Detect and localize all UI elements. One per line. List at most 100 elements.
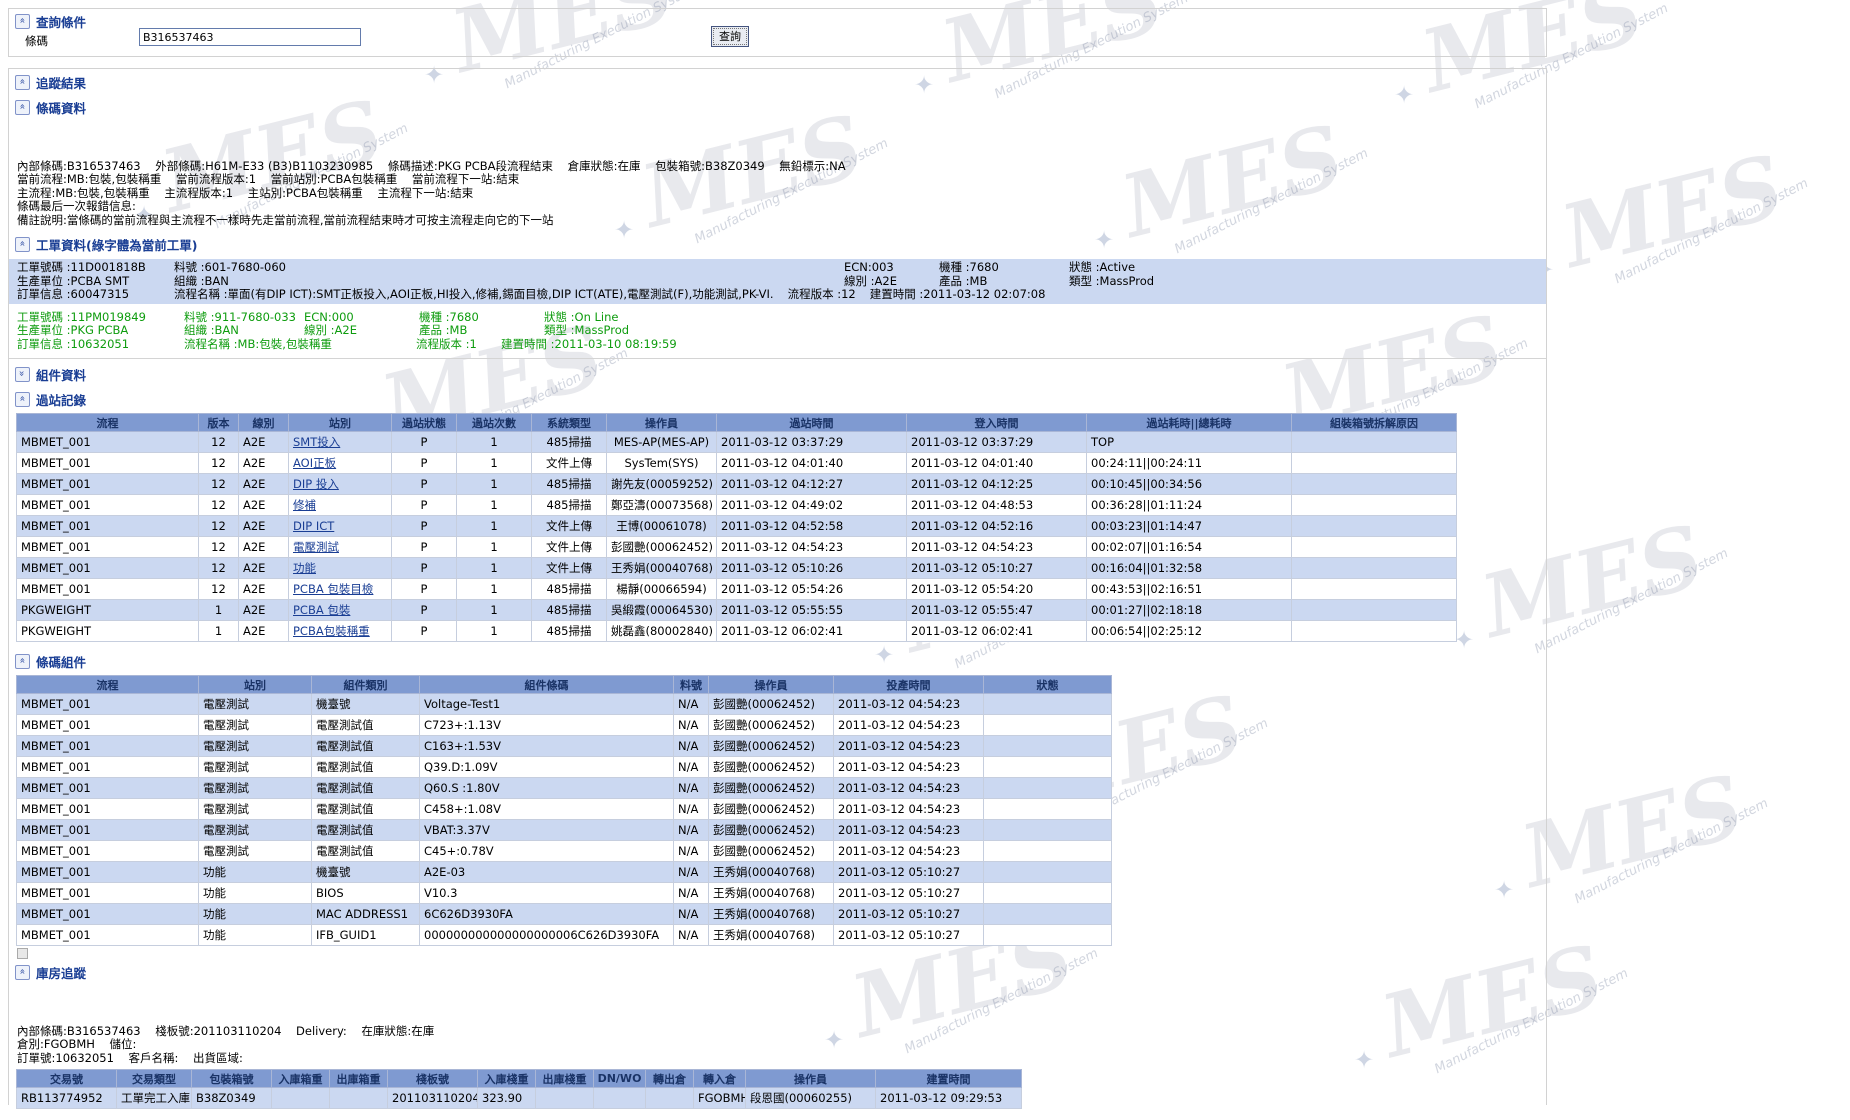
station-link[interactable]: 電壓測試 <box>293 540 339 554</box>
column-header: DN/WO <box>594 1070 646 1088</box>
cell-elapsed: 00:03:23||01:14:47 <box>1087 516 1292 537</box>
barcode-component-table: 流程站別組件類別組件條碼料號操作員投產時間狀態 MBMET_001 電壓測試 機… <box>16 675 1112 946</box>
table-row: MBMET_001 電壓測試 電壓測試值 VBAT:3.37V N/A 彭國艷(… <box>17 820 1112 841</box>
cell-unpack-reason <box>1292 474 1457 495</box>
search-button[interactable]: 查詢 <box>711 26 749 47</box>
expand-icon[interactable]: « <box>15 367 30 382</box>
cell-operator: 王秀娟(00040768) <box>709 862 834 883</box>
watermark-subtext: Manufacturing Execution System <box>1572 796 1770 907</box>
table-row: PKGWEIGHT 1 A2E PCBA包裝稱重 P 1 485掃描 姚磊鑫(8… <box>17 621 1457 642</box>
cell-status <box>984 925 1112 946</box>
cell-elapsed: 00:16:04||01:32:58 <box>1087 558 1292 579</box>
section-title-component-data: 組件資料 <box>36 365 86 384</box>
cell-version: 12 <box>199 579 239 600</box>
collapse-icon[interactable]: « <box>15 654 30 669</box>
station-link[interactable]: 修補 <box>293 498 316 512</box>
cell-in-pallet-weight: 323.90 <box>478 1088 536 1109</box>
wo-field: 產品 :MB <box>419 324 544 338</box>
cell-status <box>984 883 1112 904</box>
cell-version: 12 <box>199 432 239 453</box>
cell-process: MBMET_001 <box>17 925 199 946</box>
cell-to-warehouse: FGOBMH <box>694 1088 746 1109</box>
collapse-icon[interactable]: « <box>15 965 30 980</box>
cell-status <box>984 715 1112 736</box>
watermark-text: MES <box>1514 745 1826 901</box>
column-header: 建置時間 <box>876 1070 1022 1088</box>
cell-part-no: N/A <box>674 862 709 883</box>
station-link[interactable]: 功能 <box>293 561 316 575</box>
wo-field: 類型 :MassProd <box>1069 275 1154 289</box>
column-header: 操作員 <box>746 1070 876 1088</box>
collapse-icon[interactable]: « <box>15 100 30 115</box>
cell-component-barcode: VBAT:3.37V <box>420 820 674 841</box>
cell-start-time: 2011-03-12 04:54:23 <box>834 778 984 799</box>
cell-elapsed: 00:06:54||02:25:12 <box>1087 621 1292 642</box>
cell-component-type: 電壓測試值 <box>312 799 420 820</box>
warehouse-info-line: 訂單號:10632051 客戶名稱: 出貨區域: <box>17 1052 1546 1066</box>
wo-field: 料號 :601-7680-060 <box>174 261 844 275</box>
cell-count: 1 <box>457 474 532 495</box>
table-row: MBMET_001 電壓測試 電壓測試值 C163+:1.53V N/A 彭國艷… <box>17 736 1112 757</box>
cell-status <box>984 862 1112 883</box>
table-header-row: 流程站別組件類別組件條碼料號操作員投產時間狀態 <box>17 676 1112 694</box>
cell-login-time: 2011-03-12 05:55:47 <box>907 600 1087 621</box>
cell-version: 1 <box>199 600 239 621</box>
cell-start-time: 2011-03-12 04:54:23 <box>834 757 984 778</box>
cell-create-time: 2011-03-12 09:29:53 <box>876 1088 1022 1109</box>
station-link[interactable]: PCBA包裝稱重 <box>293 624 370 638</box>
station-link[interactable]: AOI正板 <box>293 456 336 470</box>
column-header: 版本 <box>199 414 239 432</box>
wo-field: 流程版本 :1 <box>416 338 501 352</box>
cell-process: MBMET_001 <box>17 904 199 925</box>
trace-result-panel: « 追蹤結果 « 條碼資料 內部條碼:B316537463 外部條碼:H61M-… <box>8 68 1547 1105</box>
cell-component-barcode: Q60.S :1.80V <box>420 778 674 799</box>
cell-line: A2E <box>239 453 289 474</box>
cell-process: PKGWEIGHT <box>17 600 199 621</box>
cell-login-time: 2011-03-12 04:54:23 <box>907 537 1087 558</box>
station-link[interactable]: DIP 投入 <box>293 477 339 491</box>
cell-unpack-reason <box>1292 621 1457 642</box>
cell-version: 12 <box>199 474 239 495</box>
station-link[interactable]: DIP ICT <box>293 519 334 533</box>
barcode-info-line: 主流程:MB:包裝,包裝稱重 主流程版本:1 主站別:PCBA包裝稱重 主流程下… <box>17 187 1546 201</box>
cell-version: 12 <box>199 453 239 474</box>
collapse-icon[interactable]: « <box>15 237 30 252</box>
cell-elapsed: 00:02:07||01:16:54 <box>1087 537 1292 558</box>
cell-pass-time: 2011-03-12 05:54:26 <box>717 579 907 600</box>
collapse-icon[interactable]: « <box>15 392 30 407</box>
cell-line: A2E <box>239 600 289 621</box>
cell-part-no: N/A <box>674 925 709 946</box>
table-row: MBMET_001 功能 IFB_GUID1 00000000000000000… <box>17 925 1112 946</box>
column-header: 組件條碼 <box>420 676 674 694</box>
collapse-icon[interactable]: « <box>15 14 30 29</box>
divider <box>9 358 1546 359</box>
warehouse-info-line: 倉別:FGOBMH 儲位: <box>17 1038 1546 1052</box>
cell-component-barcode: Voltage-Test1 <box>420 694 674 715</box>
barcode-info-line: 條碼最后一次報錯信息: <box>17 200 1546 214</box>
section-title-warehouse: 庫房追蹤 <box>36 963 86 982</box>
cell-system-type: 485掃描 <box>532 600 607 621</box>
table-row: RB113774952 工單完工入庫 B38Z0349 201103110204… <box>17 1088 1022 1109</box>
cell-count: 1 <box>457 432 532 453</box>
wo-field: 生產單位 :PKG PCBA <box>17 324 184 338</box>
station-link[interactable]: PCBA 包裝目檢 <box>293 582 373 596</box>
cell-component-type: 電壓測試值 <box>312 715 420 736</box>
station-link[interactable]: PCBA 包裝 <box>293 603 350 617</box>
cell-version: 1 <box>199 621 239 642</box>
cell-component-barcode: C723+:1.13V <box>420 715 674 736</box>
scrollbar-nub[interactable] <box>17 948 28 959</box>
cell-process: MBMET_001 <box>17 883 199 904</box>
barcode-input[interactable] <box>139 28 361 46</box>
cell-part-no: N/A <box>674 757 709 778</box>
table-row: PKGWEIGHT 1 A2E PCBA 包裝 P 1 485掃描 吳緞霞(00… <box>17 600 1457 621</box>
cell-unpack-reason <box>1292 516 1457 537</box>
collapse-icon[interactable]: « <box>15 75 30 90</box>
cell-start-time: 2011-03-12 05:10:27 <box>834 925 984 946</box>
cell-status <box>984 778 1112 799</box>
cell-operator: 吳緞霞(00064530) <box>607 600 717 621</box>
cell-station: 電壓測試 <box>199 715 312 736</box>
cell-station: 電壓測試 <box>199 841 312 862</box>
wo-field: 產品 :MB <box>939 275 1069 289</box>
station-link[interactable]: SMT投入 <box>293 435 340 449</box>
wo-flow-name: 流程名稱 :單面(有DIP ICT):SMT正板投入,AOI正板,HI投入,修補… <box>174 288 774 302</box>
